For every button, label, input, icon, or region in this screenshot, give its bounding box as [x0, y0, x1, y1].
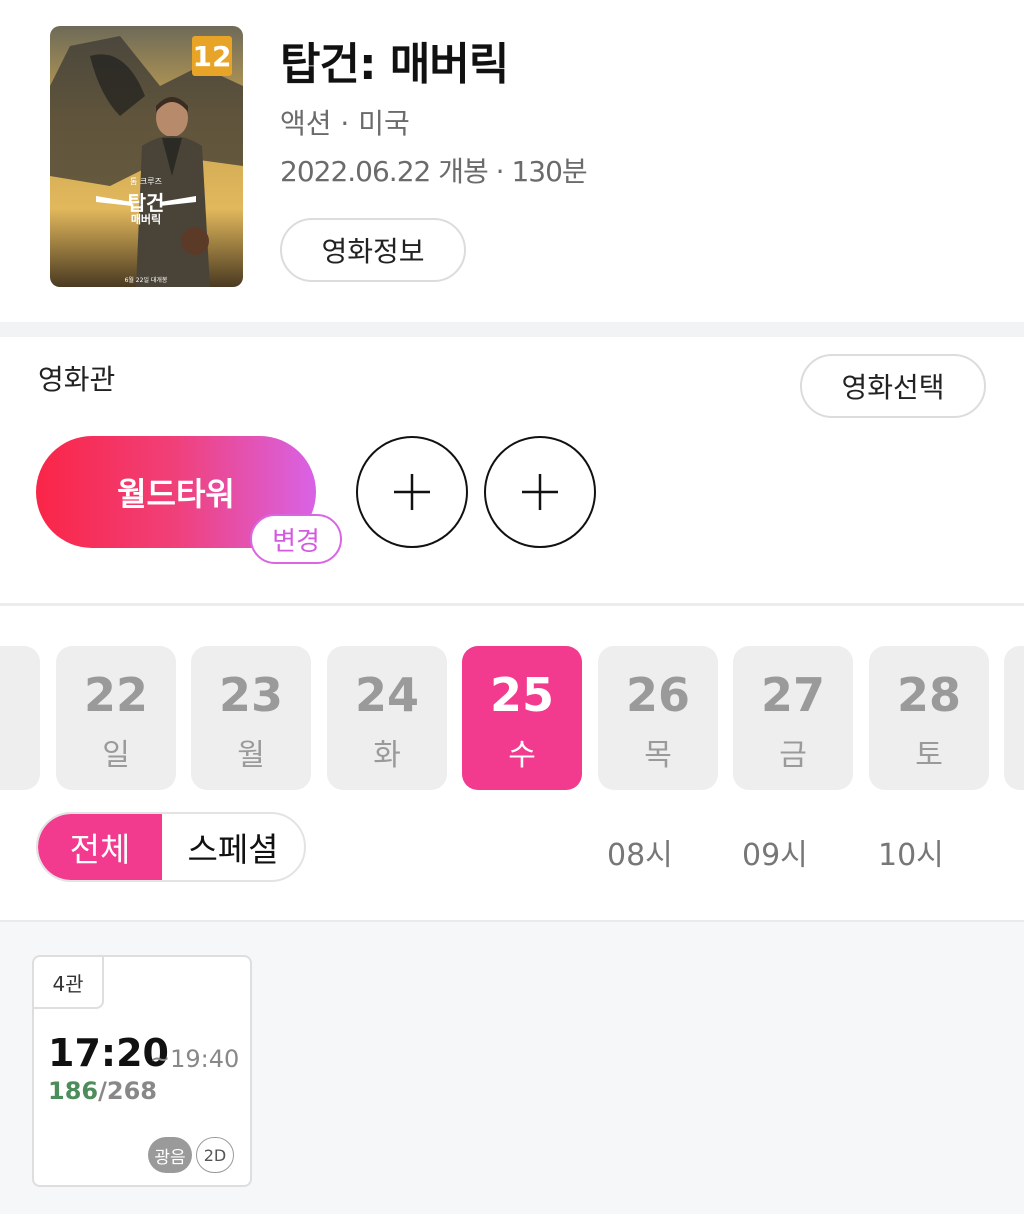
hour-filter[interactable]: 09시: [742, 830, 808, 874]
date-number: 27: [760, 668, 825, 722]
date-weekday: 수: [508, 738, 536, 773]
movie-release-runtime: 2022.06.22 개봉 · 130분: [280, 155, 588, 188]
date-number: 24: [354, 668, 419, 722]
date-tile[interactable]: 23 월: [191, 646, 311, 790]
end-time: ~19:40: [150, 1045, 240, 1073]
add-theater-button[interactable]: [356, 436, 468, 548]
date-weekday: 토: [915, 738, 943, 773]
date-weekday: 금: [779, 738, 807, 773]
plus-icon: [394, 474, 430, 510]
section-divider: [0, 322, 1024, 337]
hour-filter[interactable]: 10시: [878, 830, 944, 874]
seats-total: /268: [98, 1077, 157, 1105]
rating-badge: 12: [193, 40, 232, 73]
select-movie-button[interactable]: 영화선택: [800, 354, 986, 418]
seats-available: 186: [48, 1077, 99, 1105]
date-weekday: 월: [237, 738, 265, 773]
movie-title: 탑건: 매버릭: [280, 39, 509, 90]
change-theater-button[interactable]: 변경: [250, 514, 342, 564]
date-tile[interactable]: 24 화: [327, 646, 447, 790]
theater-label: 영화관: [38, 363, 116, 396]
section-divider: [0, 603, 1024, 606]
date-tile-partial[interactable]: [0, 646, 40, 790]
movie-info-button[interactable]: 영화정보: [280, 218, 466, 282]
date-tile[interactable]: 28 토: [869, 646, 989, 790]
poster-subtitle: 매버릭: [131, 212, 161, 226]
date-number: 25: [489, 668, 554, 722]
poster-title: 탑건: [128, 191, 165, 215]
date-tile-selected[interactable]: 25 수: [462, 646, 582, 790]
date-tile[interactable]: 26 목: [598, 646, 718, 790]
date-weekday: 일: [102, 738, 130, 773]
tab-special[interactable]: 스페셜: [162, 814, 304, 880]
seat-count: 186/268: [48, 1077, 157, 1105]
selected-theater-name: 월드타워: [117, 475, 235, 513]
date-tile[interactable]: 27 금: [733, 646, 853, 790]
date-number: 26: [625, 668, 690, 722]
showtime-card[interactable]: 4관 17:20 ~19:40 186/268 광음 2D: [32, 955, 252, 1187]
date-weekday: 목: [644, 738, 672, 773]
hall-tag: 4관: [34, 957, 104, 1009]
date-number: 28: [896, 668, 961, 722]
poster-actor: 톰 크루즈: [130, 177, 162, 186]
booking-page: 12 톰 크루즈 탑건 매버릭 6월 22일 대개봉 탑건: 매버릭 액션 · …: [0, 0, 1024, 1214]
date-tile-partial[interactable]: [1004, 646, 1024, 790]
date-weekday: 화: [373, 738, 401, 773]
showtime-filter-tabs: 전체 스페셜: [36, 812, 306, 882]
tab-all[interactable]: 전체: [38, 814, 162, 880]
sound-badge: 광음: [148, 1137, 192, 1173]
format-badge: 2D: [196, 1137, 234, 1173]
movie-header: 12 톰 크루즈 탑건 매버릭 6월 22일 대개봉 탑건: 매버릭 액션 · …: [0, 0, 1024, 322]
hour-filter[interactable]: 08시: [607, 830, 673, 874]
plus-icon: [522, 474, 558, 510]
movie-poster[interactable]: 12 톰 크루즈 탑건 매버릭 6월 22일 대개봉: [50, 26, 243, 287]
date-number: 23: [218, 668, 283, 722]
date-number: 22: [83, 668, 148, 722]
date-tile[interactable]: 22 일: [56, 646, 176, 790]
movie-genre-country: 액션 · 미국: [280, 107, 410, 140]
poster-release-note: 6월 22일 대개봉: [125, 276, 168, 284]
add-theater-button[interactable]: [484, 436, 596, 548]
